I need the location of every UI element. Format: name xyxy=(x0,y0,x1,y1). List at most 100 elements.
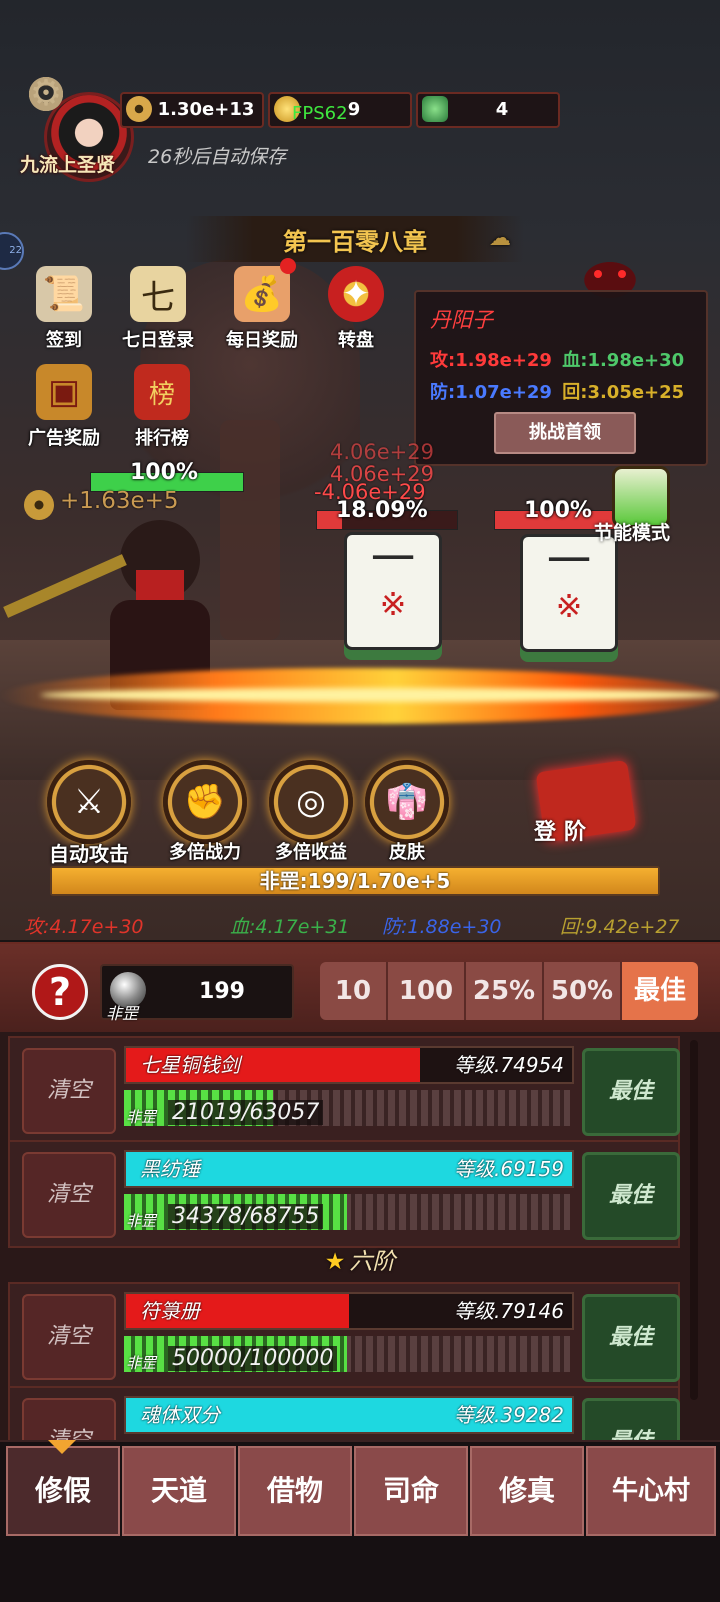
copper-coin-icon xyxy=(126,96,152,122)
currency-box: 非罡 199 xyxy=(100,964,294,1023)
item-name-bar: 七星铜钱剑 等级.74954 xyxy=(124,1046,574,1084)
item-progress-text: 50000/100000 xyxy=(168,1346,338,1371)
cultivation-progress-text: 非罡:199/1.70e+5 xyxy=(259,869,451,893)
item-level: 等级.74954 xyxy=(454,1053,564,1077)
mahjong-symbol-icon: ※ xyxy=(555,587,583,625)
boss-regen-label: 回: xyxy=(562,382,588,403)
best-button[interactable]: 最佳 xyxy=(582,1048,680,1136)
treasure-chest-icon: ▣ xyxy=(36,364,92,420)
mahjong-enemy: 一 ※ xyxy=(344,532,442,650)
skill-auto-attack[interactable]: ⚔ 自动攻击 xyxy=(34,760,144,867)
boss-name: 丹阳子 xyxy=(430,308,493,332)
skill-auto-attack-label: 自动攻击 xyxy=(49,842,129,866)
skill-skin-label: 皮肤 xyxy=(389,842,425,863)
qty-25pct-button[interactable]: 25% xyxy=(466,962,544,1020)
gear-icon[interactable]: ⚙ xyxy=(26,74,66,114)
boss-def-regen-row: 防:1.07e+29 回:3.05e+25 xyxy=(430,378,684,404)
tier-divider: ★ 六阶 xyxy=(0,1242,720,1276)
menu-daily-reward-label: 每日奖励 xyxy=(226,330,298,351)
enemy2-hp-percent: 100% xyxy=(524,498,592,523)
menu-checkin[interactable]: 📜 签到 xyxy=(24,266,104,362)
menu-daily-reward[interactable]: 💰 每日奖励 xyxy=(222,266,302,362)
item-name: 魂体双分 xyxy=(140,1403,220,1427)
menu-seven-day-login[interactable]: 七 七日登录 xyxy=(118,266,198,362)
autosave-notice: 26秒后自动保存 xyxy=(148,146,287,168)
star-icon: ★ xyxy=(324,1249,346,1275)
menu-leaderboard[interactable]: 榜 排行榜 xyxy=(122,364,202,460)
mahjong-symbol-icon: ※ xyxy=(379,585,407,623)
clear-button[interactable]: 清空 xyxy=(22,1152,116,1238)
menu-ad-reward[interactable]: ▣ 广告奖励 xyxy=(24,364,104,460)
tab-xiujia[interactable]: 修假 xyxy=(6,1446,120,1536)
copper-coin-value: 1.30e+13 xyxy=(157,99,255,120)
mahjong-stroke-icon: 一 xyxy=(371,534,415,585)
stat-hp: 血:4.17e+31 xyxy=(230,916,350,938)
scrollbar[interactable] xyxy=(690,1040,698,1400)
slash-core xyxy=(40,688,720,702)
tab-xiuzhen[interactable]: 修真 xyxy=(470,1446,584,1536)
item-progress-bar: 非罡 50000/100000 xyxy=(124,1336,570,1372)
challenge-boss-button[interactable]: 挑战首领 xyxy=(494,412,636,454)
ranking-banner-icon: 榜 xyxy=(134,364,190,420)
menu-wheel[interactable]: ✦ 转盘 xyxy=(316,266,396,362)
best-button[interactable]: 最佳 xyxy=(582,1152,680,1240)
item-row: 清空 魂体双分 等级.39282 最佳 xyxy=(8,1386,680,1440)
item-name: 七星铜钱剑 xyxy=(140,1053,240,1077)
tier-label: 六阶 xyxy=(349,1249,396,1275)
copper-coin-counter[interactable]: 1.30e+13 xyxy=(120,92,264,128)
menu-ad-reward-label: 广告奖励 xyxy=(28,428,100,449)
menu-checkin-label: 签到 xyxy=(46,330,82,351)
clear-button[interactable]: 清空 xyxy=(22,1294,116,1380)
clear-button[interactable]: 清空 xyxy=(22,1048,116,1134)
item-progress-text: 21019/63057 xyxy=(168,1100,324,1125)
jade-icon xyxy=(422,96,448,122)
item-progress-text: 34378/68755 xyxy=(168,1204,324,1229)
item-currency-tag: 非罡 xyxy=(126,1108,157,1126)
qty-best-button[interactable]: 最佳 xyxy=(622,962,698,1020)
mahjong-enemy: 一 ※ xyxy=(520,534,618,652)
qty-100-button[interactable]: 100 xyxy=(388,962,466,1020)
item-row: 清空 黑纺锤 等级.69159 非罡 34378/68755 最佳 xyxy=(8,1140,680,1248)
tab-niuxincun[interactable]: 牛心村 xyxy=(586,1446,716,1536)
qty-10-button[interactable]: 10 xyxy=(320,962,388,1020)
jade-counter[interactable]: 4 xyxy=(416,92,560,128)
skill-power-multiplier[interactable]: ✊ 多倍战力 xyxy=(150,760,260,864)
notification-dot xyxy=(280,258,296,274)
help-button[interactable]: ? xyxy=(32,964,88,1020)
item-currency-tag: 非罡 xyxy=(126,1354,157,1372)
money-bag-icon: 💰 xyxy=(234,266,290,322)
item-name-bar: 魂体双分 等级.39282 xyxy=(124,1396,574,1434)
enemy1-hp-percent: 18.09% xyxy=(336,498,428,523)
boss-hp-label: 血: xyxy=(562,350,588,371)
item-currency-tag: 非罡 xyxy=(126,1212,157,1230)
boss-hp: 1.98e+30 xyxy=(587,350,685,371)
menu-seven-day-label: 七日登录 xyxy=(122,330,194,351)
cloud-ornament-icon: ☁ xyxy=(489,226,511,251)
boss-atk-label: 攻: xyxy=(430,350,456,371)
income-multiplier-icon: ◎ xyxy=(269,760,353,844)
menu-wheel-label: 转盘 xyxy=(338,330,374,351)
boss-atk-hp-row: 攻:1.98e+29 血:1.98e+30 xyxy=(430,346,684,372)
energy-mode-label[interactable]: 节能模式 xyxy=(594,518,670,545)
skill-income-multiplier[interactable]: ◎ 多倍收益 xyxy=(256,760,366,864)
ascend-button[interactable]: 登阶 xyxy=(474,752,720,852)
best-button[interactable]: 最佳 xyxy=(582,1398,680,1440)
tab-jiewu[interactable]: 借物 xyxy=(238,1446,352,1536)
cultivation-progress-bar: 非罡:199/1.70e+5 xyxy=(50,866,660,896)
auto-attack-icon: ⚔ xyxy=(47,760,131,844)
tab-siming[interactable]: 司命 xyxy=(354,1446,468,1536)
boss-def-label: 防: xyxy=(430,382,456,403)
robe-skin-icon: 👘 xyxy=(365,760,449,844)
skill-skin[interactable]: 👘 皮肤 xyxy=(352,760,462,864)
qty-50pct-button[interactable]: 50% xyxy=(544,962,622,1020)
item-level: 等级.39282 xyxy=(454,1403,564,1427)
item-row: 清空 符箓册 等级.79146 非罡 50000/100000 最佳 xyxy=(8,1282,680,1390)
clear-button[interactable]: 清空 xyxy=(22,1398,116,1440)
wheel-icon: ✦ xyxy=(328,266,384,322)
tab-tiandao[interactable]: 天道 xyxy=(122,1446,236,1536)
item-name-bar: 符箓册 等级.79146 xyxy=(124,1292,574,1330)
best-button[interactable]: 最佳 xyxy=(582,1294,680,1382)
item-progress-bar: 非罡 34378/68755 xyxy=(124,1194,570,1230)
item-list[interactable]: 清空 七星铜钱剑 等级.74954 非罡 21019/63057 最佳 清空 黑… xyxy=(0,1032,720,1440)
boss-def: 1.07e+29 xyxy=(455,382,552,403)
